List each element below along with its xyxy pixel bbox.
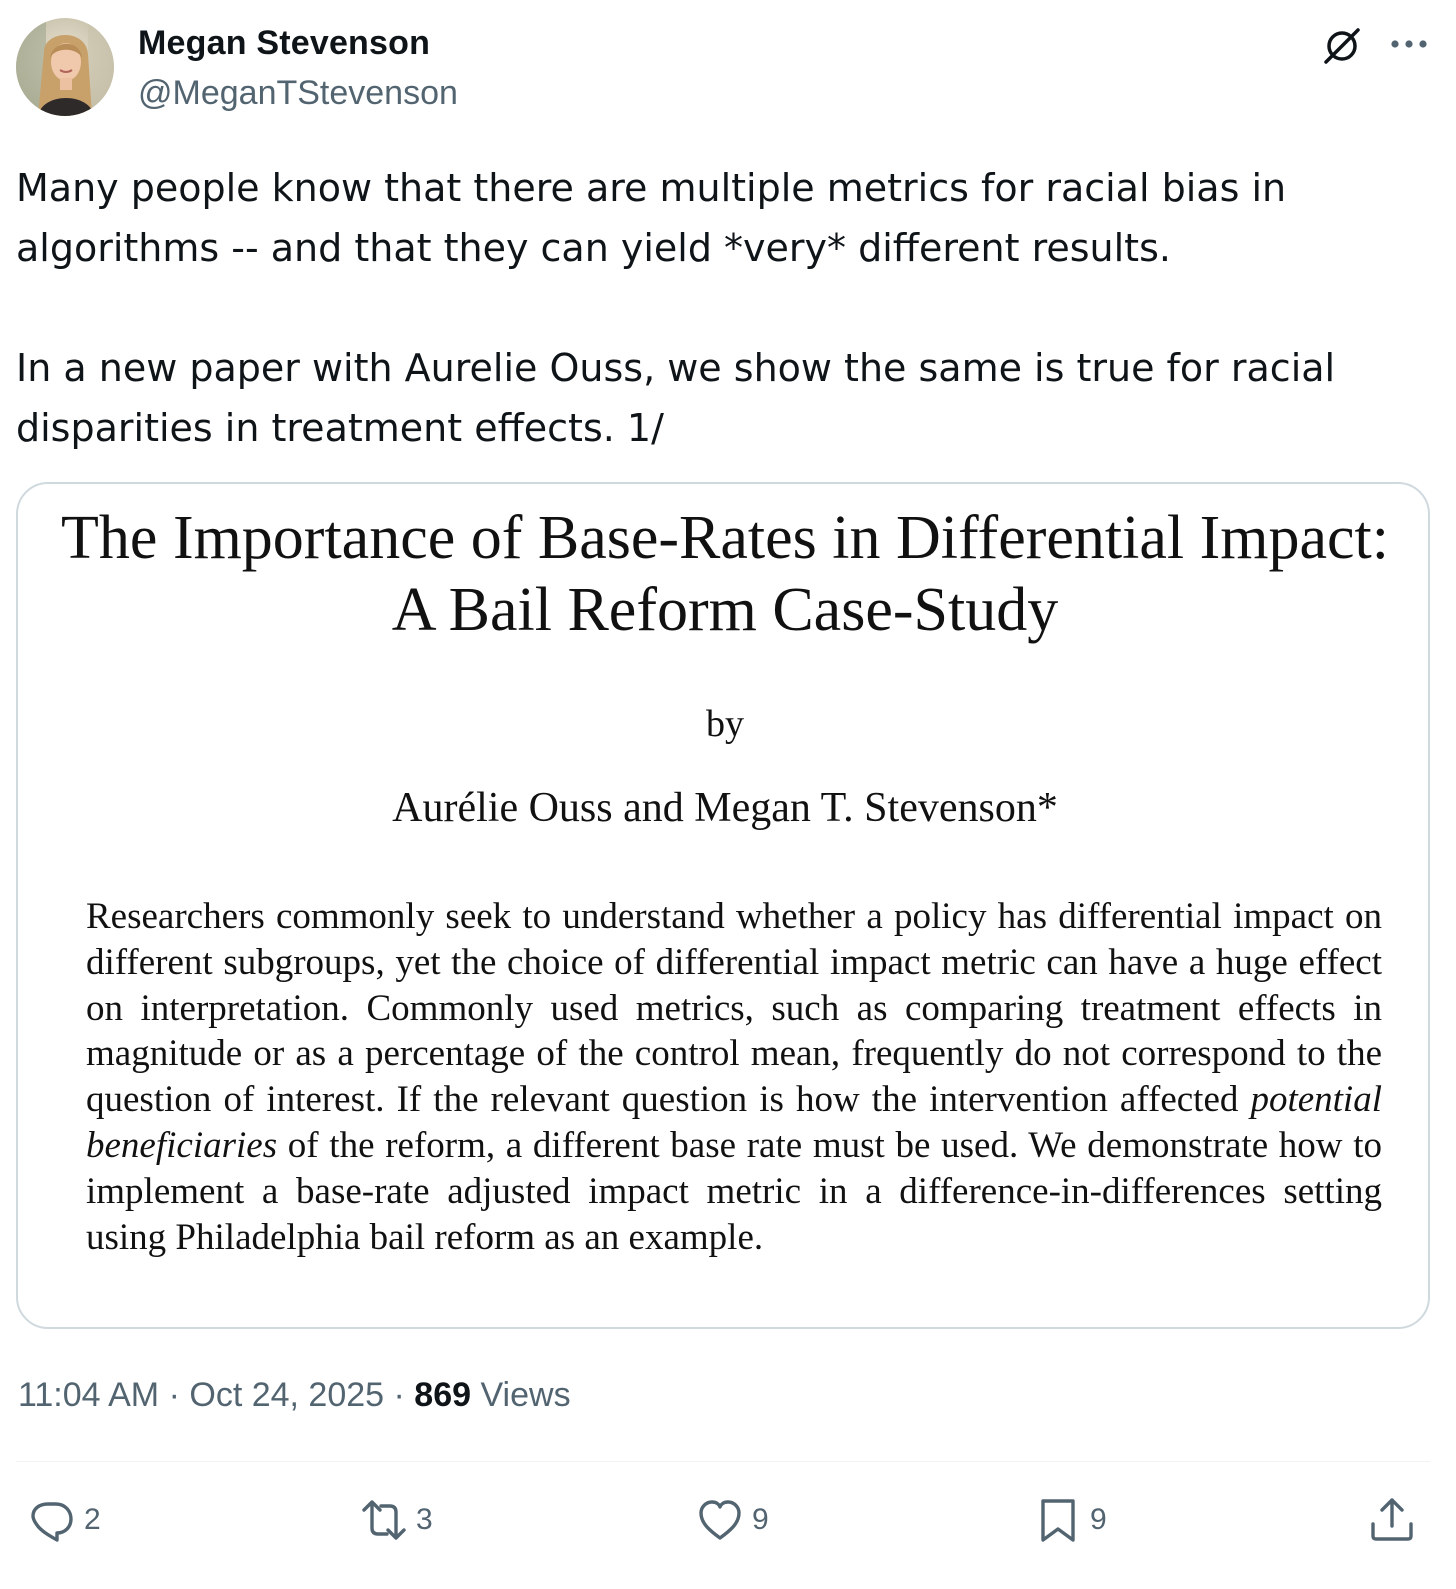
repost-button[interactable]: 3 — [360, 1494, 433, 1546]
meta-separator: · — [168, 1376, 180, 1414]
author-handle[interactable]: @MeganTStevenson — [138, 74, 458, 113]
timestamp-date[interactable]: Oct 24, 2025 — [189, 1376, 384, 1414]
grok-icon[interactable] — [1318, 22, 1366, 70]
abstract-text: of the reform, a different base rate mus… — [86, 1124, 1382, 1258]
bookmark-button[interactable]: 9 — [1034, 1494, 1107, 1546]
repost-count: 3 — [416, 1503, 433, 1536]
author-name[interactable]: Megan Stevenson — [138, 24, 430, 63]
reply-count: 2 — [84, 1503, 101, 1536]
tweet: Megan Stevenson @MeganTStevenson Many pe… — [0, 0, 1456, 1589]
views-label: Views — [480, 1376, 571, 1414]
media-image[interactable]: The Importance of Base-Rates in Differen… — [16, 482, 1430, 1329]
tweet-paragraph: In a new paper with Aurelie Ouss, we sho… — [16, 346, 1336, 450]
heart-icon — [699, 1500, 741, 1540]
reply-icon — [31, 1502, 73, 1542]
paper-abstract: Researchers commonly seek to understand … — [86, 894, 1382, 1260]
paper-title-line: The Importance of Base-Rates in Differen… — [61, 504, 1389, 572]
paper-by: by — [706, 703, 744, 745]
paper-authors: Aurélie Ouss and Megan T. Stevenson* — [392, 785, 1058, 831]
meta-separator: · — [393, 1376, 405, 1414]
bookmark-count: 9 — [1090, 1503, 1107, 1536]
abstract-text: Researchers commonly seek to understand … — [86, 896, 1382, 1121]
repost-icon — [362, 1500, 406, 1540]
tweet-paragraph: Many people know that there are multiple… — [16, 166, 1287, 270]
paper-title-line: A Bail Reform Case-Study — [391, 576, 1059, 644]
like-button[interactable]: 9 — [696, 1494, 769, 1546]
views-count: 869 — [414, 1376, 472, 1414]
share-icon — [1371, 1498, 1413, 1541]
divider — [16, 1461, 1430, 1462]
paper-title: The Importance of Base-Rates in Differen… — [18, 502, 1428, 646]
like-count: 9 — [752, 1503, 769, 1536]
bookmark-icon — [1041, 1499, 1075, 1542]
avatar[interactable] — [16, 18, 114, 116]
reply-button[interactable]: 2 — [28, 1494, 101, 1546]
tweet-text: Many people know that there are multiple… — [16, 158, 1416, 458]
more-options-icon[interactable] — [1386, 22, 1432, 68]
tweet-meta: 11:04 AM · Oct 24, 2025 · 869 Views — [18, 1376, 571, 1415]
share-button[interactable] — [1368, 1494, 1416, 1546]
timestamp-time[interactable]: 11:04 AM — [18, 1376, 159, 1414]
